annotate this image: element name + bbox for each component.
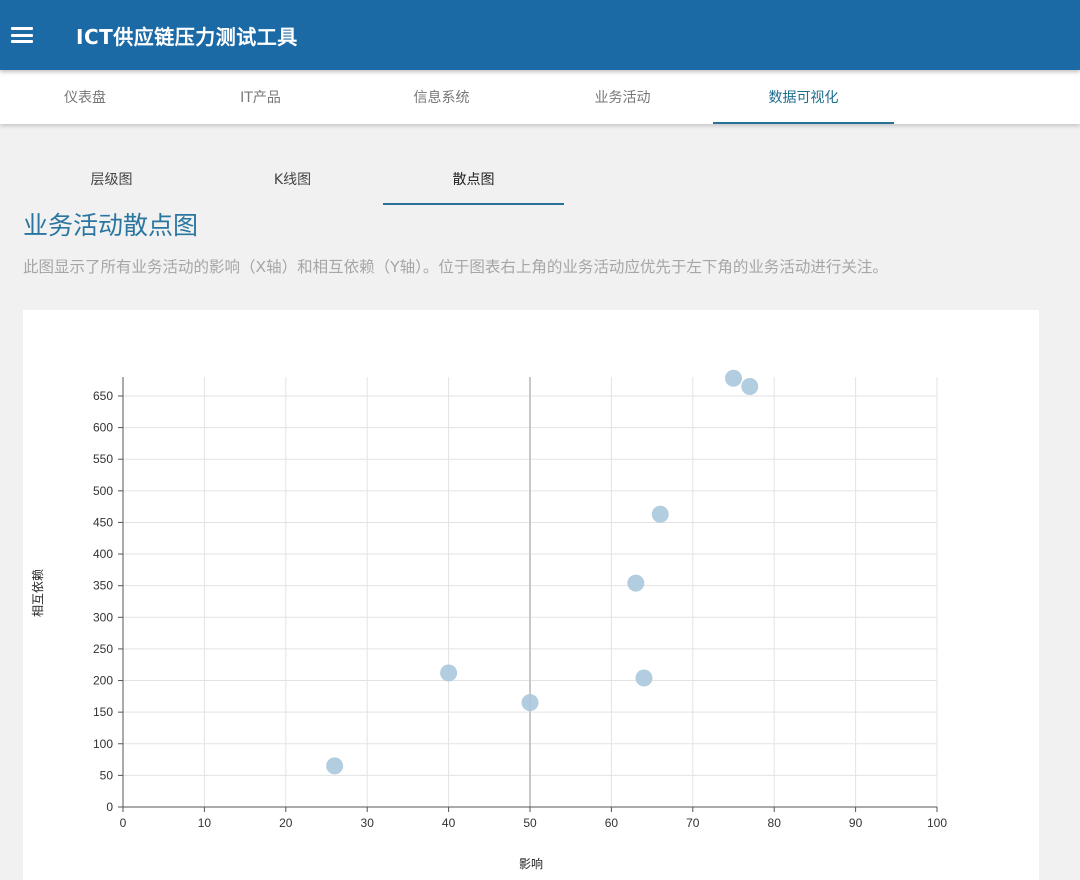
page-title: 业务活动散点图 <box>23 211 199 240</box>
y-tick-label: 500 <box>93 484 113 498</box>
chart-card: 0 10 20 30 40 50 60 70 80 90 100 0 50 100 150 200 250 300… <box>23 310 1039 880</box>
x-tick-label: 20 <box>279 816 293 830</box>
y-tick-label: 600 <box>93 421 113 435</box>
scatter-point[interactable] <box>627 574 645 592</box>
subtab-candlestick-chart[interactable]: K线图 <box>202 154 383 204</box>
scatter-point[interactable] <box>521 694 539 712</box>
tab-it-products[interactable]: IT产品 <box>170 70 351 124</box>
y-tick-label: 150 <box>93 705 113 719</box>
x-tick-label: 0 <box>120 816 127 830</box>
app-bar: ICT供应链压力测试工具 <box>0 0 1080 70</box>
y-tick-label: 50 <box>100 768 114 782</box>
x-tick-label: 100 <box>927 816 947 830</box>
y-tick-label: 400 <box>93 547 113 561</box>
scatter-point[interactable] <box>725 369 742 387</box>
y-tick-label: 200 <box>93 674 113 688</box>
x-tick-label: 50 <box>523 816 537 830</box>
x-tick-label: 70 <box>686 816 700 830</box>
y-tick-label: 300 <box>93 610 113 624</box>
page-description: 此图显示了所有业务活动的影响（X轴）和相互依赖（Y轴）。位于图表右上角的业务活动… <box>23 258 888 276</box>
x-tick-label: 10 <box>198 816 212 830</box>
x-tick-label: 30 <box>361 816 375 830</box>
subtab-hierarchy-chart[interactable]: 层级图 <box>21 154 202 204</box>
x-tick-label: 40 <box>442 816 456 830</box>
main-nav: 仪表盘 IT产品 信息系统 业务活动 数据可视化 <box>0 70 1080 124</box>
scatter-point[interactable] <box>326 757 344 775</box>
tab-information-systems[interactable]: 信息系统 <box>351 70 532 124</box>
hamburger-menu-icon[interactable] <box>11 27 33 43</box>
tab-dashboard[interactable]: 仪表盘 <box>0 70 170 124</box>
y-tick-label: 350 <box>93 579 113 593</box>
subtab-scatter-chart[interactable]: 散点图 <box>383 154 564 205</box>
scatter-point[interactable] <box>741 377 759 395</box>
y-tick-label: 0 <box>106 800 113 814</box>
x-axis-title: 影响 <box>519 856 543 871</box>
y-tick-label: 100 <box>93 737 113 751</box>
scatter-point[interactable] <box>651 505 669 523</box>
x-tick-label: 60 <box>605 816 619 830</box>
tab-business-activities[interactable]: 业务活动 <box>532 70 713 124</box>
y-tick-label: 650 <box>93 389 113 403</box>
x-tick-label: 80 <box>768 816 782 830</box>
visualization-subtabs: 层级图 K线图 散点图 <box>21 154 564 205</box>
app-title: ICT供应链压力测试工具 <box>76 24 298 49</box>
tab-data-visualization[interactable]: 数据可视化 <box>713 70 894 124</box>
x-tick-label: 90 <box>849 816 863 830</box>
scatter-chart: 0 10 20 30 40 50 60 70 80 90 100 0 50 100 150 200 250 300… <box>30 369 947 871</box>
y-tick-label: 250 <box>93 642 113 656</box>
scatter-point[interactable] <box>440 664 458 682</box>
y-tick-label: 450 <box>93 515 113 529</box>
y-tick-label: 550 <box>93 452 113 466</box>
scatter-point[interactable] <box>635 669 653 687</box>
y-axis-title: 相互依赖 <box>30 569 45 617</box>
